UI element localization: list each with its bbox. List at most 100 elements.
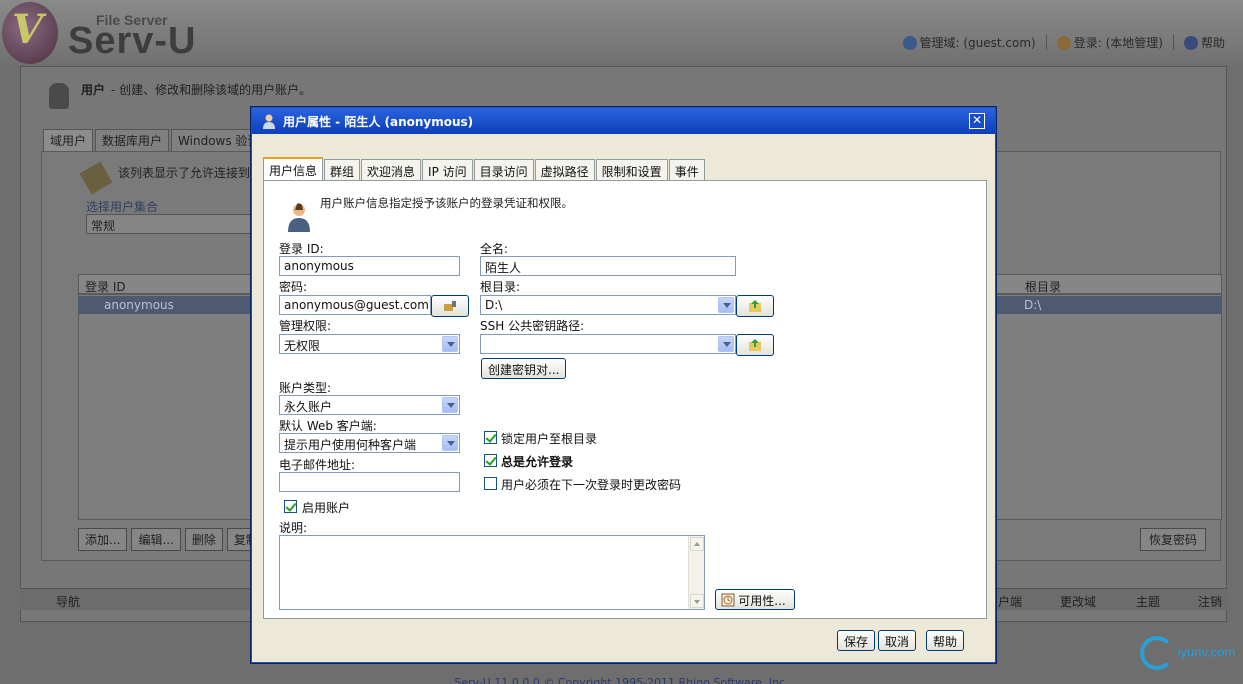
clock-icon	[721, 593, 735, 607]
top-links: 管理域: (guest.com) 登录: (本地管理) 帮助	[902, 34, 1225, 51]
top-bar: V File Server Serv-U 管理域: (guest.com) 登录…	[0, 0, 1243, 66]
scroll-down-icon[interactable]	[690, 594, 704, 608]
nav-client[interactable]: 户端	[998, 593, 1022, 610]
add-button[interactable]: 添加...	[78, 528, 128, 551]
web-client-select[interactable]: 提示用户使用何种客户端	[279, 433, 460, 453]
fullname-input[interactable]: 陌生人	[480, 256, 736, 276]
manage-domain-link[interactable]: 管理域: (guest.com)	[902, 34, 1036, 51]
nav-logout[interactable]: 注销	[1198, 593, 1222, 610]
delete-button[interactable]: 删除	[184, 528, 223, 551]
login-id-input[interactable]: anonymous	[279, 256, 460, 276]
row-root-dir: D:\	[1024, 298, 1042, 312]
always-allow-login-checkbox[interactable]	[484, 454, 497, 467]
nav-theme[interactable]: 主题	[1136, 593, 1160, 610]
email-label: 电子邮件地址:	[279, 458, 356, 472]
lock-root-label: 锁定用户至根目录	[501, 432, 598, 446]
password-input[interactable]: anonymous@guest.com	[279, 295, 431, 315]
user-icon	[263, 114, 275, 129]
login-link[interactable]: 登录: (本地管理)	[1056, 34, 1163, 51]
description-textarea[interactable]	[279, 535, 705, 610]
watermark-logo-icon	[1140, 636, 1174, 670]
user-properties-dialog: 用户属性 - 陌生人 (anonymous) ✕ 用户信息 群组 欢迎消息 IP…	[251, 107, 996, 663]
tab-events[interactable]: 事件	[668, 159, 705, 180]
tab-welcome-message[interactable]: 欢迎消息	[361, 159, 422, 180]
enable-account-checkbox[interactable]	[284, 500, 297, 513]
col-root-dir[interactable]: 根目录	[1025, 278, 1061, 295]
page-title: 用户 - 创建、修改和删除该域的用户账户。	[81, 83, 312, 97]
user-action-buttons: 添加... 编辑... 删除 复制...	[78, 528, 277, 551]
col-login-id[interactable]: 登录 ID	[85, 278, 126, 295]
web-client-value: 提示用户使用何种客户端	[284, 438, 417, 452]
ssh-key-path-label: SSH 公共密钥路径:	[480, 319, 585, 333]
account-type-select[interactable]: 永久账户	[279, 395, 460, 415]
root-dir-label: 根目录:	[480, 280, 521, 294]
account-type-value: 永久账户	[284, 400, 333, 414]
user-icon	[1056, 36, 1071, 50]
user-type-tabs: 域用户 数据库用户 Windows 验证	[43, 129, 268, 151]
group-label: 选择用户集合	[86, 200, 159, 214]
tab-virtual-paths[interactable]: 虚拟路径	[534, 159, 595, 180]
dialog-tabs: 用户信息 群组 欢迎消息 IP 访问 目录访问 虚拟路径 限制和设置 事件	[263, 157, 706, 180]
description-scrollbar[interactable]	[688, 536, 704, 609]
users-icon	[49, 83, 69, 109]
edit-button[interactable]: 编辑...	[131, 528, 181, 551]
tab-limits-settings[interactable]: 限制和设置	[595, 159, 668, 180]
dialog-title: 用户属性 - 陌生人 (anonymous)	[283, 115, 474, 129]
fullname-label: 全名:	[480, 242, 509, 256]
tab-directory-access[interactable]: 目录访问	[473, 159, 534, 180]
admin-privilege-select[interactable]: 无权限	[279, 334, 460, 354]
copyright-footer: Serv-U 11.0.0.0 © Copyright 1995-2011 Rh…	[454, 676, 789, 684]
scroll-up-icon[interactable]	[690, 537, 704, 551]
admin-privilege-label: 管理权限:	[279, 319, 332, 333]
user-icon	[288, 203, 310, 232]
root-dir-value: D:\	[485, 298, 503, 312]
divider	[1045, 34, 1047, 50]
web-client-label: 默认 Web 客户端:	[279, 419, 377, 433]
generate-password-button[interactable]	[431, 295, 469, 317]
cancel-button[interactable]: 取消	[878, 630, 916, 651]
row-login-id: anonymous	[104, 298, 174, 312]
help-icon	[1183, 36, 1198, 50]
chevron-down-icon	[718, 297, 734, 313]
tab-user-info[interactable]: 用户信息	[263, 157, 324, 180]
divider	[1172, 34, 1174, 50]
email-input[interactable]	[279, 472, 460, 492]
admin-privilege-value: 无权限	[284, 339, 321, 353]
help-link[interactable]: 帮助	[1183, 34, 1225, 51]
enable-account-label: 启用账户	[302, 501, 351, 515]
chevron-down-icon	[718, 336, 734, 352]
browse-ssh-key-button[interactable]	[736, 334, 774, 356]
must-change-password-checkbox[interactable]	[484, 477, 497, 490]
ssh-key-path-select[interactable]	[480, 334, 736, 354]
tab-database-users[interactable]: 数据库用户	[95, 129, 170, 151]
nav-navigate[interactable]: 导航	[56, 593, 80, 610]
folder-browse-icon	[749, 300, 761, 312]
chevron-down-icon	[442, 435, 458, 451]
folder-browse-icon	[749, 339, 761, 351]
tab-ip-access[interactable]: IP 访问	[422, 159, 473, 180]
availability-button[interactable]: 可用性...	[715, 589, 795, 610]
tab-domain-users[interactable]: 域用户	[43, 129, 94, 151]
always-allow-login-label: 总是允许登录	[501, 455, 574, 469]
login-id-label: 登录 ID:	[279, 242, 324, 256]
reset-password-button[interactable]: 恢复密码	[1140, 528, 1207, 551]
close-button[interactable]: ✕	[969, 113, 985, 129]
info-text: 用户账户信息指定授予该账户的登录凭证和权限。	[320, 196, 573, 210]
user-info-panel: 用户账户信息指定授予该账户的登录凭证和权限。 登录 ID: anonymous …	[263, 180, 987, 619]
tab-groups[interactable]: 群组	[324, 159, 361, 180]
browse-root-dir-button[interactable]	[736, 295, 774, 317]
logo-v-glyph: V	[12, 6, 44, 53]
help-button[interactable]: 帮助	[926, 630, 964, 651]
key-icon	[444, 301, 456, 311]
create-keypair-button[interactable]: 创建密钥对...	[481, 358, 567, 379]
logo-title: Serv-U	[68, 20, 197, 62]
root-dir-select[interactable]: D:\	[480, 295, 736, 315]
chevron-down-icon	[442, 336, 458, 352]
chevron-down-icon	[442, 397, 458, 413]
dialog-title-bar[interactable]: 用户属性 - 陌生人 (anonymous) ✕	[252, 108, 995, 134]
nav-change-domain[interactable]: 更改域	[1060, 593, 1096, 610]
lock-root-checkbox[interactable]	[484, 431, 497, 444]
must-change-password-label: 用户必须在下一次登录时更改密码	[501, 478, 682, 492]
password-label: 密码:	[279, 280, 308, 294]
save-button[interactable]: 保存	[837, 630, 875, 651]
